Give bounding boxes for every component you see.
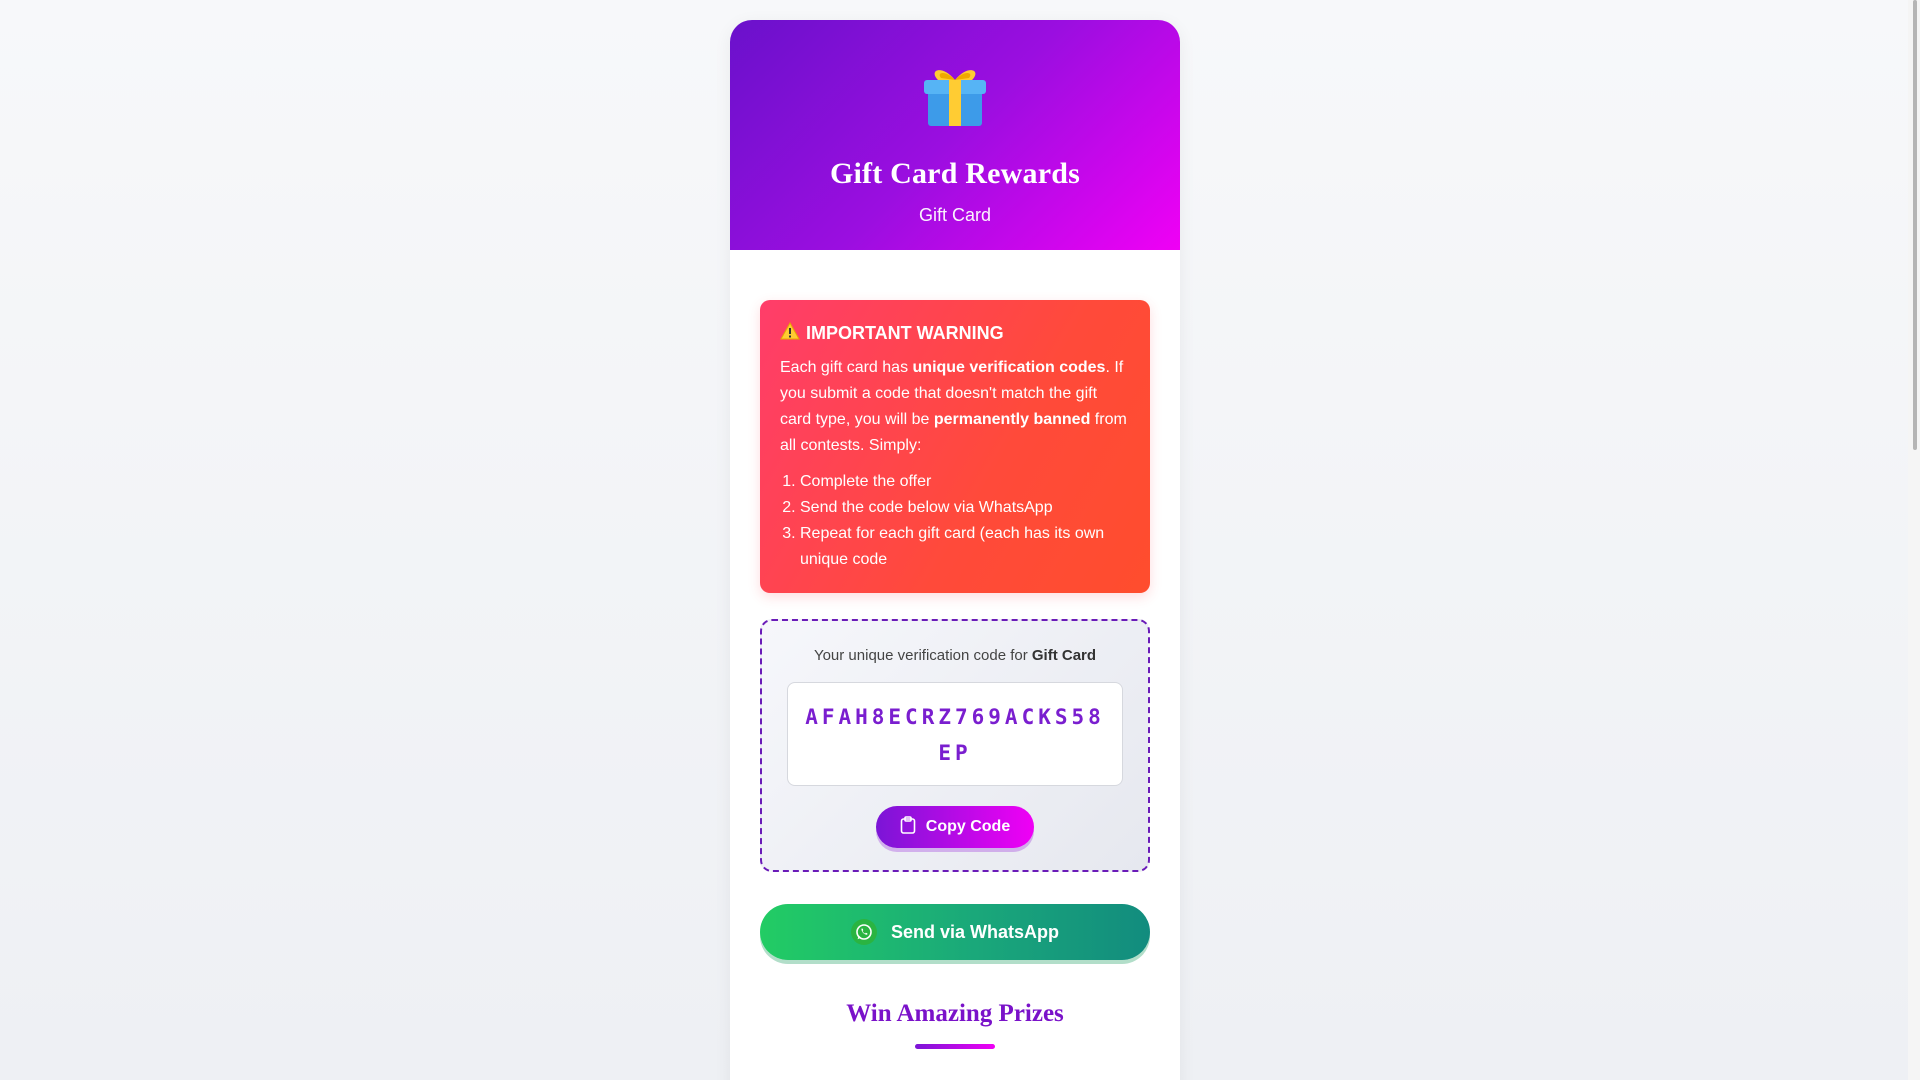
warning-step: Complete the offer	[800, 469, 1130, 495]
code-label: Your unique verification code for Gift C…	[787, 647, 1123, 664]
warning-steps: Complete the offer Send the code below v…	[780, 469, 1130, 573]
verification-code[interactable]: AFAH8ECRZ769ACKS58EP	[787, 682, 1123, 786]
warning-step: Send the code below via WhatsApp	[800, 495, 1130, 521]
page-title: Gift Card Rewards	[829, 157, 1081, 190]
copy-code-label: Copy Code	[925, 818, 1011, 835]
warning-step: Repeat for each gift card (each has its …	[800, 521, 1130, 573]
warning-title-text: IMPORTANT WARNING	[806, 323, 1004, 343]
prizes-heading: Win Amazing Prizes	[846, 1000, 1064, 1027]
send-whatsapp-label: Send via WhatsApp	[890, 921, 1060, 942]
warning-text-part: Each gift card has	[780, 359, 913, 376]
card-header: Gift Card Rewards Gift Card	[730, 20, 1180, 250]
copy-code-button[interactable]: Copy Code	[875, 806, 1035, 848]
scrollbar-thumb[interactable]	[1913, 0, 1917, 450]
code-label-prefix: Your unique verification code for	[813, 647, 1032, 664]
page-subtitle: Gift Card	[918, 205, 992, 225]
gift-icon	[920, 60, 990, 130]
prizes-underline	[915, 1044, 995, 1049]
warning-box: IMPORTANT WARNING Each gift card has uni…	[760, 300, 1150, 593]
whatsapp-icon	[850, 919, 877, 945]
code-label-card: Gift Card	[1031, 647, 1097, 664]
send-whatsapp-button[interactable]: Send via WhatsApp	[760, 904, 1150, 960]
warning-bold-banned: permanently banned	[933, 411, 1091, 428]
warning-bold-unique: unique verification codes	[912, 359, 1106, 376]
reward-card: Gift Card Rewards Gift Card IMPORTANT WA…	[730, 20, 1180, 1080]
warning-title: IMPORTANT WARNING	[780, 321, 1130, 345]
warning-icon	[780, 321, 800, 345]
page: Gift Card Rewards Gift Card IMPORTANT WA…	[0, 0, 1920, 1080]
clipboard-icon	[900, 815, 916, 839]
verification-code-box: Your unique verification code for Gift C…	[760, 619, 1150, 872]
warning-text: Each gift card has unique verification c…	[780, 355, 1130, 459]
page-scrollbar[interactable]	[1908, 0, 1920, 1080]
